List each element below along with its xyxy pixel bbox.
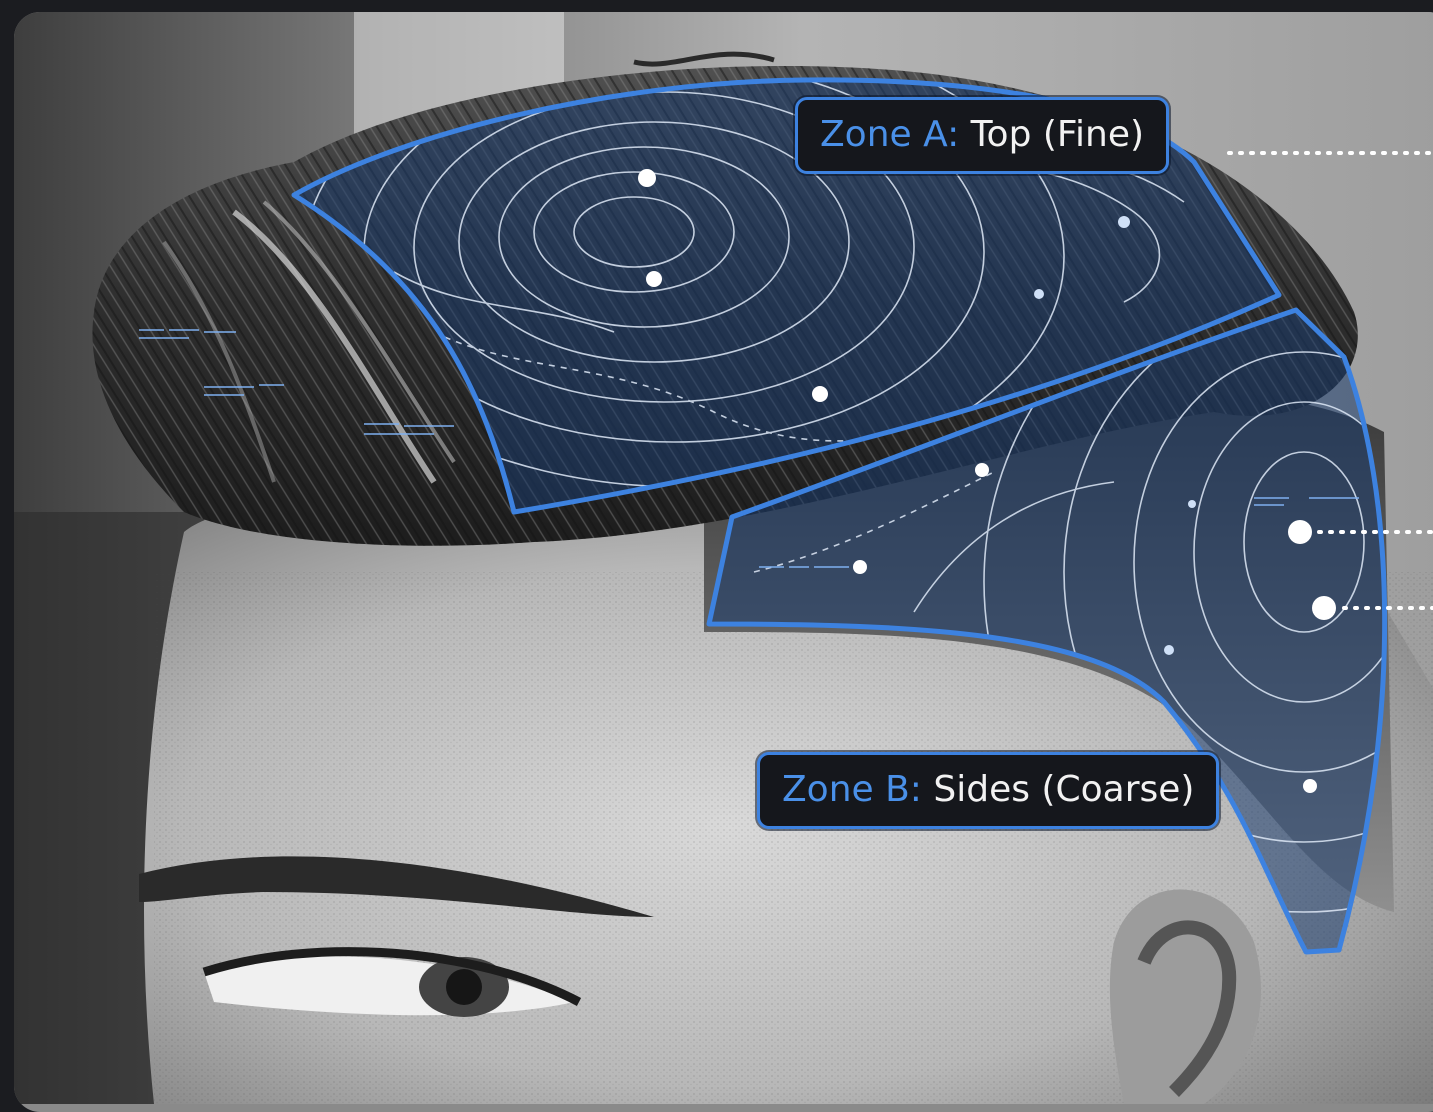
data-point-marker [1288, 520, 1312, 544]
hair-analysis-photo [14, 12, 1433, 1104]
data-point-marker [646, 271, 662, 287]
photo-frame [14, 12, 1433, 1112]
data-point-marker [1118, 216, 1130, 228]
data-point-marker [1034, 289, 1044, 299]
zone-a-label: Zone A: Top (Fine) [795, 97, 1170, 174]
data-point-marker [1188, 500, 1196, 508]
data-point-marker [812, 386, 828, 402]
zone-b-description: Sides (Coarse) [933, 769, 1195, 810]
zone-b-id: Zone B: [782, 769, 922, 810]
data-point-marker [1164, 645, 1174, 655]
data-point-marker [853, 560, 867, 574]
zone-a-description: Top (Fine) [970, 114, 1145, 155]
data-point-marker [1312, 596, 1336, 620]
data-point-marker [975, 463, 989, 477]
zone-a-id: Zone A: [820, 114, 960, 155]
data-point-marker [638, 169, 656, 187]
data-point-marker [1303, 779, 1317, 793]
zone-b-label: Zone B: Sides (Coarse) [757, 752, 1220, 829]
